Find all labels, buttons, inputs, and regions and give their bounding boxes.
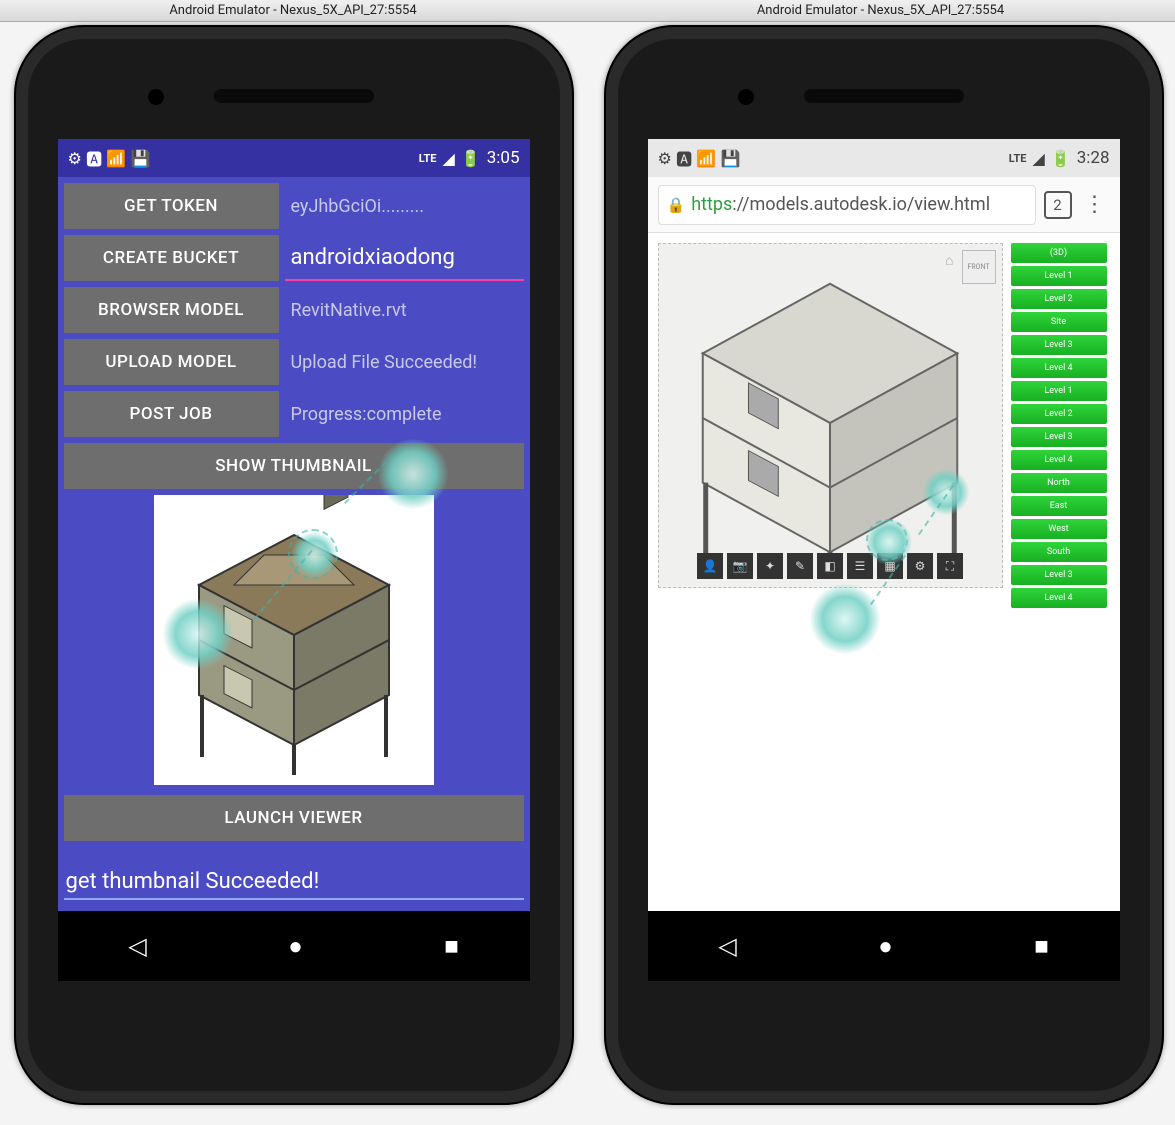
pencil-icon[interactable]: ✎ [787, 553, 813, 579]
tree-item[interactable]: Level 3 [1011, 565, 1107, 585]
phone-left: ⚙ 🅰 📶 💾 LTE ◢ 🔋 3:05 GET TOKEN eyJhbGciO… [6, 25, 581, 1105]
upload-model-button[interactable]: UPLOAD MODEL [64, 339, 279, 385]
android-navbar: ◁ ● ■ [648, 911, 1120, 981]
grid-icon[interactable]: ▦ [877, 553, 903, 579]
cell-icon: ◢ [442, 149, 454, 168]
nav-back-button[interactable]: ◁ [718, 932, 736, 960]
url-field[interactable]: 🔒 https://models.autodesk.io/view.html [658, 185, 1036, 225]
tree-item[interactable]: East [1011, 496, 1107, 516]
signal-icon: 📶 [696, 149, 716, 168]
emulator-titlebar-right: Android Emulator - Nexus_5X_API_27:5554 [586, 0, 1175, 22]
signal-icon: 📶 [106, 149, 126, 168]
bucket-name-input[interactable]: androidxiaodong [285, 235, 524, 281]
camera-icon[interactable]: 📷 [727, 553, 753, 579]
nav-home-button[interactable]: ● [288, 932, 303, 961]
device-speaker [804, 89, 964, 103]
clock: 3:28 [1077, 148, 1110, 168]
lock-icon: 🔒 [667, 196, 686, 214]
model-name-value: RevitNative.rvt [285, 287, 524, 333]
browser-model-button[interactable]: BROWSER MODEL [64, 287, 279, 333]
url-scheme: https [691, 194, 732, 215]
gear-icon: ⚙ [68, 149, 82, 168]
job-status-value: Progress:complete [285, 391, 524, 437]
android-navbar: ◁ ● ■ [58, 911, 530, 981]
emulator-titlebar-left: Android Emulator - Nexus_5X_API_27:5554 [0, 0, 586, 22]
tree-item[interactable]: Level 1 [1011, 381, 1107, 401]
battery-icon: 🔋 [1051, 149, 1071, 168]
get-token-button[interactable]: GET TOKEN [64, 183, 279, 229]
tree-item[interactable]: Level 1 [1011, 266, 1107, 286]
tabs-button[interactable]: 2 [1044, 191, 1072, 219]
tree-item[interactable]: Site [1011, 312, 1107, 332]
sd-icon: 💾 [130, 149, 150, 168]
create-bucket-button[interactable]: CREATE BUCKET [64, 235, 279, 281]
thumbnail-image [154, 495, 434, 785]
gear-icon: ⚙ [658, 149, 672, 168]
nav-recent-button[interactable]: ■ [444, 932, 459, 961]
statusbar: ⚙ 🅰 📶 💾 LTE ◢ 🔋 3:28 [648, 139, 1120, 177]
building-render [659, 244, 1002, 587]
device-camera [148, 89, 164, 105]
wand-icon[interactable]: ✦ [757, 553, 783, 579]
browser-menu-button[interactable]: ⋮ [1080, 192, 1110, 217]
cell-icon: ◢ [1032, 149, 1044, 168]
nav-back-button[interactable]: ◁ [128, 932, 146, 960]
token-value: eyJhbGciOi......... [285, 183, 524, 229]
a-icon: 🅰 [676, 146, 692, 170]
viewer-canvas[interactable]: ⌂ FRONT [658, 243, 1003, 588]
tree-item[interactable]: North [1011, 473, 1107, 493]
expand-icon[interactable]: ⛶ [937, 553, 963, 579]
tree-item[interactable]: Level 4 [1011, 588, 1107, 608]
tree-item[interactable]: Level 2 [1011, 289, 1107, 309]
status-message: get thumbnail Succeeded! [64, 865, 524, 900]
upload-status-value: Upload File Succeeded! [285, 339, 524, 385]
a-icon: 🅰 [86, 146, 102, 170]
show-thumbnail-button[interactable]: SHOW THUMBNAIL [64, 443, 524, 489]
tree-item[interactable]: West [1011, 519, 1107, 539]
tree-item[interactable]: Level 4 [1011, 358, 1107, 378]
sd-icon: 💾 [720, 149, 740, 168]
tree-icon[interactable]: ☰ [847, 553, 873, 579]
phone-right: ⚙ 🅰 📶 💾 LTE ◢ 🔋 3:28 🔒 https://models.au… [596, 25, 1171, 1105]
url-rest: ://models.autodesk.io/view.html [732, 194, 990, 215]
view-cube[interactable]: FRONT [962, 250, 996, 284]
app-main: GET TOKEN eyJhbGciOi......... CREATE BUC… [58, 177, 530, 911]
launch-viewer-button[interactable]: LAUNCH VIEWER [64, 795, 524, 841]
lte-icon: LTE [1009, 152, 1027, 165]
gear-icon[interactable]: ⚙ [907, 553, 933, 579]
battery-icon: 🔋 [461, 149, 481, 168]
cube-icon[interactable]: ◧ [817, 553, 843, 579]
tree-item[interactable]: Level 2 [1011, 404, 1107, 424]
nav-home-button[interactable]: ● [878, 932, 893, 961]
person-icon[interactable]: 👤 [697, 553, 723, 579]
model-tree: (3D) Level 1 Level 2 Site Level 3 Level … [1011, 243, 1107, 608]
home-icon[interactable]: ⌂ [945, 252, 953, 269]
tree-item[interactable]: Level 3 [1011, 427, 1107, 447]
building-icon [154, 495, 434, 785]
tree-item[interactable]: Level 4 [1011, 450, 1107, 470]
tree-item[interactable]: (3D) [1011, 243, 1107, 263]
tree-item[interactable]: Level 3 [1011, 335, 1107, 355]
tree-item[interactable]: South [1011, 542, 1107, 562]
browser: 🔒 https://models.autodesk.io/view.html 2… [648, 177, 1120, 911]
nav-recent-button[interactable]: ■ [1034, 932, 1049, 961]
post-job-button[interactable]: POST JOB [64, 391, 279, 437]
url-bar: 🔒 https://models.autodesk.io/view.html 2… [648, 177, 1120, 233]
device-camera [738, 89, 754, 105]
statusbar: ⚙ 🅰 📶 💾 LTE ◢ 🔋 3:05 [58, 139, 530, 177]
lte-icon: LTE [419, 152, 437, 165]
viewer-toolbar: 👤 📷 ✦ ✎ ◧ ☰ ▦ ⚙ ⛶ [697, 553, 963, 579]
clock: 3:05 [487, 148, 520, 168]
device-speaker [214, 89, 374, 103]
